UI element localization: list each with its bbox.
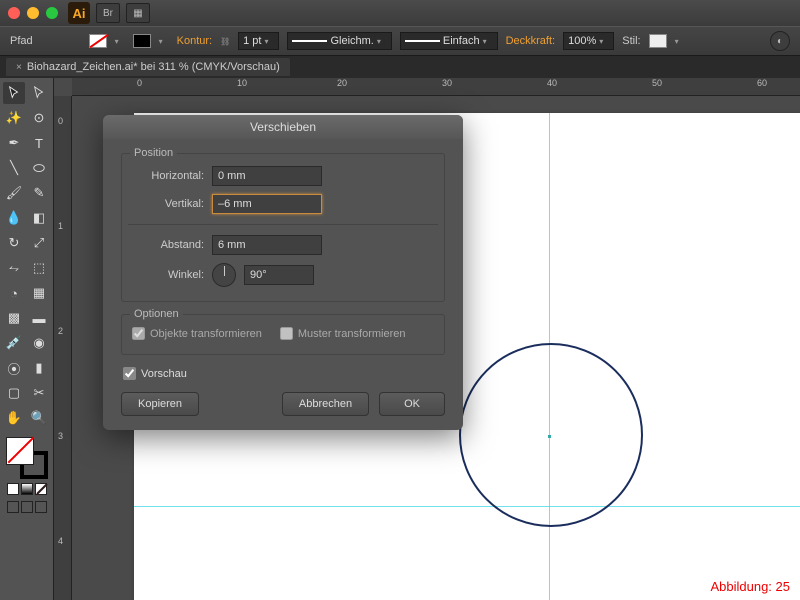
screen-mode-row [7, 501, 47, 513]
stroke-swatch[interactable] [133, 34, 151, 48]
ellipse-tool[interactable] [28, 157, 50, 179]
bridge-button[interactable]: Br [96, 3, 120, 23]
eyedropper-tool[interactable]: 💉 [3, 332, 25, 354]
abstand-label: Abstand: [132, 239, 204, 251]
fill-swatch[interactable] [89, 34, 107, 48]
figure-caption: Abbildung: 25 [710, 579, 790, 594]
kopieren-button[interactable]: Kopieren [121, 392, 199, 416]
shape-builder-tool[interactable]: ◔ [3, 282, 25, 304]
abbrechen-button[interactable]: Abbrechen [282, 392, 369, 416]
move-dialog: Verschieben Position Horizontal: Vertika… [103, 115, 463, 430]
none-mode-icon[interactable] [35, 483, 47, 495]
objekte-checkbox[interactable]: Objekte transformieren [132, 327, 262, 340]
slice-tool[interactable]: ✂ [28, 382, 50, 404]
blend-tool[interactable]: ◉ [28, 332, 50, 354]
tab-label: Biohazard_Zeichen.ai* bei 311 % (CMYK/Vo… [27, 61, 280, 73]
close-tab-icon[interactable]: × [16, 62, 22, 73]
horizontal-label: Horizontal: [132, 170, 204, 182]
pen-tool[interactable]: ✒ [3, 132, 25, 154]
angle-dial-icon[interactable] [212, 263, 236, 287]
column-graph-tool[interactable]: ▮ [28, 357, 50, 379]
options-legend: Optionen [130, 308, 183, 320]
recolor-button[interactable]: ◐ [770, 31, 790, 51]
rotate-tool[interactable]: ↻ [3, 232, 25, 254]
vertikal-input[interactable] [212, 194, 322, 214]
width-tool[interactable]: ⥊ [3, 257, 25, 279]
ruler-vertical[interactable]: 0 1 2 3 4 [54, 96, 72, 600]
winkel-input[interactable] [244, 265, 314, 285]
stroke-link-icon[interactable]: ⛓ [220, 37, 230, 46]
document-tabbar: × Biohazard_Zeichen.ai* bei 311 % (CMYK/… [0, 56, 800, 78]
line-tool[interactable]: ╲ [3, 157, 25, 179]
fill-stroke-control[interactable] [6, 437, 48, 479]
brush-select[interactable]: Einfach▾ [400, 32, 498, 50]
maximize-icon[interactable] [46, 7, 58, 19]
app-window: Ai Br ▦ Pfad ▾ ▾ Kontur: ⛓ 1 pt▾ Gleichm… [0, 0, 800, 600]
abstand-input[interactable] [212, 235, 322, 255]
muster-checkbox[interactable]: Muster transformieren [280, 327, 406, 340]
tools-panel: ✨ ⊙ ✒ T ╲ 🖌 ✎ 💧 ◧ ↻ ⤢ ⥊ ⬚ ◔ ▦ ▩ ▬ 💉 ◉ [0, 78, 54, 600]
guide-horizontal[interactable] [134, 506, 800, 507]
winkel-label: Winkel: [132, 269, 204, 281]
options-group: Optionen Objekte transformieren Muster t… [121, 314, 445, 355]
document-tab[interactable]: × Biohazard_Zeichen.ai* bei 311 % (CMYK/… [6, 58, 290, 76]
type-tool[interactable]: T [28, 132, 50, 154]
minimize-icon[interactable] [27, 7, 39, 19]
gradient-tool[interactable]: ▬ [28, 307, 50, 329]
selection-tool[interactable] [3, 82, 25, 104]
draw-inside-icon[interactable] [35, 501, 47, 513]
pencil-tool[interactable]: ✎ [28, 182, 50, 204]
stroke-width-profile[interactable]: Gleichm.▾ [287, 32, 391, 50]
options-bar: Pfad ▾ ▾ Kontur: ⛓ 1 pt▾ Gleichm.▾ Einfa… [0, 26, 800, 56]
graphic-style-swatch[interactable] [649, 34, 667, 48]
eraser-tool[interactable]: ◧ [28, 207, 50, 229]
color-mode-icon[interactable] [7, 483, 19, 495]
position-legend: Position [130, 147, 177, 159]
stroke-weight-select[interactable]: 1 pt▾ [238, 32, 279, 50]
color-mode-row [7, 483, 47, 495]
draw-behind-icon[interactable] [21, 501, 33, 513]
close-icon[interactable] [8, 7, 20, 19]
zoom-tool[interactable]: 🔍 [28, 407, 50, 429]
paintbrush-tool[interactable]: 🖌 [3, 182, 25, 204]
selection-type-label: Pfad [10, 35, 33, 47]
perspective-tool[interactable]: ▦ [28, 282, 50, 304]
anchor-point-icon [548, 435, 551, 438]
layout-button[interactable]: ▦ [126, 3, 150, 23]
vertikal-label: Vertikal: [132, 198, 204, 210]
window-controls [8, 7, 58, 19]
titlebar: Ai Br ▦ [0, 0, 800, 26]
opacity-label: Deckkraft: [506, 35, 556, 47]
blob-brush-tool[interactable]: 💧 [3, 207, 25, 229]
ruler-horizontal[interactable]: 0 10 20 30 40 50 60 [72, 78, 800, 96]
gradient-mode-icon[interactable] [21, 483, 33, 495]
symbol-sprayer-tool[interactable]: ⦿ [3, 357, 25, 379]
position-group: Position Horizontal: Vertikal: Abstand: … [121, 153, 445, 302]
magic-wand-tool[interactable]: ✨ [3, 107, 25, 129]
circle-path[interactable] [459, 343, 643, 527]
free-transform-tool[interactable]: ⬚ [28, 257, 50, 279]
mesh-tool[interactable]: ▩ [3, 307, 25, 329]
artboard-tool[interactable]: ▢ [3, 382, 25, 404]
ok-button[interactable]: OK [379, 392, 445, 416]
style-label: Stil: [622, 35, 640, 47]
stroke-label: Kontur: [177, 35, 212, 47]
draw-normal-icon[interactable] [7, 501, 19, 513]
dialog-title[interactable]: Verschieben [103, 115, 463, 139]
fill-color-icon[interactable] [6, 437, 34, 465]
direct-selection-tool[interactable] [28, 82, 50, 104]
app-logo: Ai [68, 2, 90, 24]
hand-tool[interactable]: ✋ [3, 407, 25, 429]
horizontal-input[interactable] [212, 166, 322, 186]
lasso-tool[interactable]: ⊙ [28, 107, 50, 129]
vorschau-checkbox[interactable]: Vorschau [123, 367, 445, 380]
scale-tool[interactable]: ⤢ [28, 232, 50, 254]
opacity-select[interactable]: 100%▾ [563, 32, 614, 50]
